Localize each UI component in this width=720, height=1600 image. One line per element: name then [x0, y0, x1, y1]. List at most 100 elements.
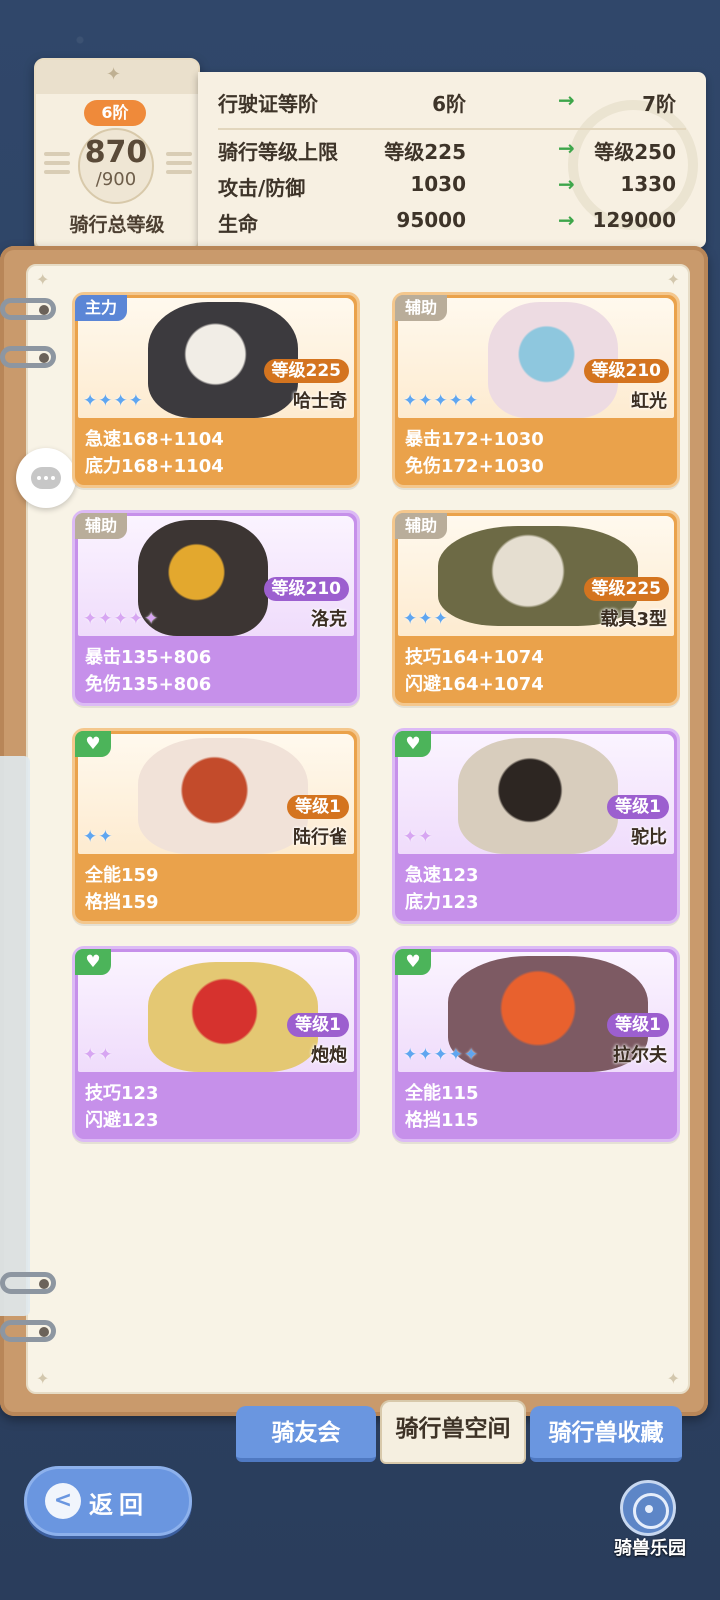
corner-star-icon: ✦ — [36, 1369, 50, 1388]
star-rating: ✦ ✦ ✦ ✦ ✦ — [403, 391, 478, 411]
mount-attribute: 技巧164+1074 — [405, 647, 544, 668]
star-rating: ✦ ✦ ✦ ✦ ✦ — [403, 1045, 478, 1065]
stat-row-license-tier: 行驶证等阶 6阶 → 7阶 — [218, 84, 676, 118]
arrow-right-icon: → — [558, 88, 575, 112]
mount-name: 虹光 — [631, 391, 667, 412]
mount-attribute: 免伤135+806 — [85, 674, 212, 695]
star-rating: ✦ ✦ ✦ — [403, 609, 448, 629]
star-rating: ✦ ✦ — [83, 1045, 113, 1065]
stat-row-hp: 生命 95000 → 129000 — [218, 204, 676, 238]
arrow-right-icon: → — [558, 136, 575, 160]
chevron-left-icon: < — [45, 1483, 81, 1519]
star-icon: ✦ — [106, 64, 122, 85]
mount-level-badge: 等级1 — [607, 795, 669, 819]
star-icon: ✦ — [83, 827, 98, 847]
mount-attribute: 格挡159 — [85, 892, 159, 913]
star-icon: ✦ — [418, 391, 433, 411]
stat-label: 生命 — [218, 212, 258, 236]
star-icon: ✦ — [83, 391, 98, 411]
star-icon: ✦ — [83, 1045, 98, 1065]
tab-mount-space[interactable]: 骑行兽空间 — [380, 1400, 526, 1464]
tier-badge: 6阶 — [84, 100, 146, 126]
mount-park-button[interactable]: 骑兽乐园 — [606, 1480, 690, 1559]
star-icon: ✦ — [448, 391, 463, 411]
mount-name: 洛克 — [311, 609, 347, 630]
star-icon: ✦ — [83, 609, 98, 629]
star-icon: ✦ — [403, 391, 418, 411]
corner-star-icon: ✦ — [666, 1369, 680, 1388]
stat-current: 95000 — [396, 208, 466, 232]
back-button[interactable]: < 返回 — [24, 1466, 192, 1536]
favorite-heart-icon: ♥ — [75, 949, 111, 975]
mount-level-badge: 等级1 — [607, 1013, 669, 1037]
binder-ring — [0, 298, 56, 320]
mount-card[interactable]: 主力 等级225 哈士奇 ✦ ✦ ✦ ✦ 急速168+1104 底力168+1104 — [72, 292, 360, 488]
mount-attribute: 闪避164+1074 — [405, 674, 544, 695]
mount-card[interactable]: ♥ 等级1 炮炮 ✦ ✦ 技巧123 闪避123 — [72, 946, 360, 1142]
star-icon: ✦ — [448, 1045, 463, 1065]
ferris-wheel-icon — [620, 1480, 676, 1536]
mount-name: 陆行雀 — [293, 827, 347, 848]
mount-level-badge: 等级225 — [263, 359, 349, 383]
mount-card[interactable]: 辅助等级210 虹光 ✦ ✦ ✦ ✦ ✦ 暴击172+1030 免伤172+1030 — [392, 292, 680, 488]
mount-attribute: 急速168+1104 — [85, 429, 224, 450]
star-icon: ✦ — [433, 391, 448, 411]
total-level-card: ✦ 6阶 870 /900 骑行总等级 — [34, 58, 200, 250]
mount-name: 驼比 — [631, 827, 667, 848]
mount-attribute: 免伤172+1030 — [405, 456, 544, 477]
mount-level-badge: 等级210 — [263, 577, 349, 601]
tab-mount-collection[interactable]: 骑行兽收藏 — [530, 1406, 682, 1462]
mount-level-badge: 等级210 — [583, 359, 669, 383]
star-icon: ✦ — [418, 1045, 433, 1065]
stat-current: 1030 — [410, 172, 466, 196]
favorite-heart-icon: ♥ — [395, 731, 431, 757]
stat-current: 6阶 — [432, 92, 466, 116]
star-icon: ✦ — [128, 391, 143, 411]
star-icon: ✦ — [403, 609, 418, 629]
mount-card[interactable]: ♥ 等级1 陆行雀 ✦ ✦ 全能159 格挡159 — [72, 728, 360, 924]
arrow-right-icon: → — [558, 172, 575, 196]
stat-current: 等级225 — [384, 140, 466, 164]
star-rating: ✦ ✦ — [403, 827, 433, 847]
corner-star-icon: ✦ — [666, 270, 680, 289]
mount-park-label: 骑兽乐园 — [614, 1538, 686, 1559]
chat-button[interactable] — [16, 448, 76, 508]
star-rating: ✦ ✦ ✦ ✦ ✦ — [83, 609, 158, 629]
star-icon: ✦ — [433, 609, 448, 629]
role-tag: 辅助 — [395, 295, 448, 321]
stat-row-level-cap: 骑行等级上限 等级225 → 等级250 — [218, 132, 676, 166]
arrow-right-icon: → — [558, 208, 575, 232]
mount-card[interactable]: ♥ 等级1 驼比 ✦ ✦ 急速123 底力123 — [392, 728, 680, 924]
favorite-heart-icon: ♥ — [75, 731, 111, 757]
star-icon: ✦ — [113, 609, 128, 629]
star-icon: ✦ — [144, 609, 159, 629]
star-icon: ✦ — [464, 1045, 479, 1065]
star-rating: ✦ ✦ ✦ ✦ — [83, 391, 143, 411]
star-rating: ✦ ✦ — [83, 827, 113, 847]
decorative-stripes-right — [166, 152, 192, 179]
stat-next: 等级250 — [594, 140, 676, 164]
mount-attribute: 全能115 — [405, 1083, 479, 1104]
mount-card[interactable]: 辅助 等级210 洛克 ✦ ✦ ✦ ✦ ✦ 暴击135+806 免伤135+806 — [72, 510, 360, 706]
mount-attribute: 暴击172+1030 — [405, 429, 544, 450]
current-level: 870 — [84, 135, 148, 170]
role-tag: 主力 — [75, 295, 128, 321]
mount-level-badge: 等级1 — [287, 795, 349, 819]
mount-illustration — [138, 738, 308, 854]
mount-attribute: 闪避123 — [85, 1110, 159, 1131]
chat-bubble-icon — [31, 467, 61, 489]
stat-label: 骑行等级上限 — [218, 140, 338, 164]
star-icon: ✦ — [98, 827, 113, 847]
tab-rider-club[interactable]: 骑友会 — [236, 1406, 376, 1462]
star-icon: ✦ — [98, 391, 113, 411]
side-sheet — [0, 756, 30, 1316]
mount-name: 载具3型 — [600, 609, 667, 630]
level-caption: 骑行总等级 — [69, 214, 165, 236]
mount-level-badge: 等级225 — [583, 577, 669, 601]
star-icon: ✦ — [418, 609, 433, 629]
mount-card[interactable]: ♥ 等级1 拉尔夫 ✦ ✦ ✦ ✦ ✦ 全能115 格挡115 — [392, 946, 680, 1142]
mount-card[interactable]: 辅助 等级225 载具3型 ✦ ✦ ✦ 技巧164+1074 闪避164+1074 — [392, 510, 680, 706]
stat-next: 1330 — [620, 172, 676, 196]
stat-label: 行驶证等阶 — [218, 92, 318, 116]
mount-name: 拉尔夫 — [613, 1045, 667, 1066]
